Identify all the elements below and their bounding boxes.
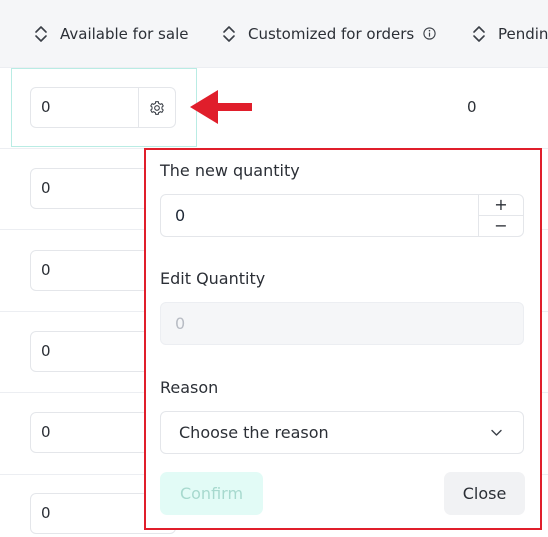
inventory-page: Available for sale Customized for orders…: [0, 0, 548, 537]
increment-button[interactable]: +: [479, 195, 523, 216]
column-customized-for-orders[interactable]: Customized for orders: [222, 0, 436, 67]
reason-label: Reason: [160, 378, 219, 397]
new-quantity-label: The new quantity: [160, 161, 300, 180]
chevron-down-icon: [491, 429, 502, 436]
quantity-value: 0: [41, 179, 51, 197]
sort-icon[interactable]: [472, 25, 486, 43]
gear-icon[interactable]: [138, 88, 175, 127]
reason-select[interactable]: Choose the reason: [160, 411, 524, 454]
decrement-button[interactable]: −: [479, 216, 523, 236]
column-pending[interactable]: Pendin: [472, 0, 548, 67]
quantity-cell[interactable]: 0: [30, 87, 176, 128]
annotation-arrow-icon: [190, 90, 252, 124]
quantity-value: 0: [41, 423, 51, 441]
reason-placeholder: Choose the reason: [179, 423, 329, 442]
sort-icon[interactable]: [34, 25, 48, 43]
new-quantity-value: 0: [175, 206, 186, 225]
quantity-value: 0: [41, 98, 51, 116]
column-label: Pendin: [498, 24, 548, 43]
info-icon[interactable]: [423, 27, 436, 40]
quantity-value: 0: [41, 504, 51, 522]
column-label: Available for sale: [60, 24, 189, 43]
column-label: Customized for orders: [248, 24, 415, 43]
pending-value: 0: [467, 98, 477, 116]
quantity-value: 0: [41, 261, 51, 279]
column-available-for-sale[interactable]: Available for sale: [34, 0, 188, 67]
edit-quantity-value: 0: [175, 314, 186, 333]
quantity-stepper[interactable]: + −: [478, 195, 523, 236]
edit-quantity-popover: The new quantity 0 + − Edit Quantity 0 R…: [144, 148, 542, 530]
edit-quantity-label: Edit Quantity: [160, 269, 266, 288]
close-button[interactable]: Close: [444, 472, 525, 515]
sort-icon[interactable]: [222, 25, 236, 43]
table-header: Available for sale Customized for orders…: [0, 0, 548, 68]
edit-quantity-input: 0: [160, 302, 524, 345]
confirm-button[interactable]: Confirm: [160, 472, 263, 515]
quantity-value: 0: [41, 342, 51, 360]
new-quantity-input[interactable]: 0 + −: [160, 194, 524, 237]
